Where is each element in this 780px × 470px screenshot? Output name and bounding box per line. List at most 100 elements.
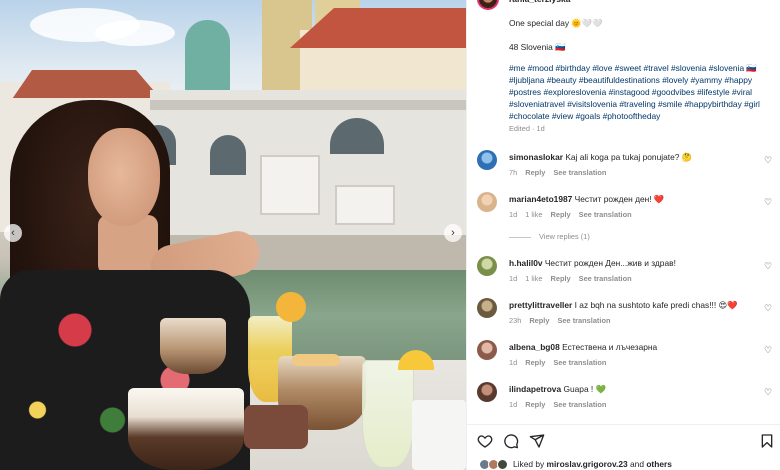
comment-likes[interactable]: 1 like: [525, 274, 542, 283]
comments-panel: rania_terziyska One special day 🌞🤍🤍 48 S…: [466, 0, 780, 470]
comment-likes[interactable]: 1 like: [525, 210, 542, 219]
comment-item: simonaslokar Kaj ali koga pa tukaj ponuj…: [467, 148, 780, 188]
see-translation-button[interactable]: See translation: [579, 274, 632, 283]
photo-window-block: [260, 155, 320, 215]
comment-icon[interactable]: [503, 433, 519, 449]
heart-icon[interactable]: ♡: [764, 304, 773, 313]
photo-biscuit: [292, 354, 340, 366]
reply-button[interactable]: Reply: [551, 210, 571, 219]
photo-arch: [210, 135, 246, 175]
photo-cloud: [95, 20, 175, 46]
photo-napkin: [412, 400, 466, 470]
see-translation-button[interactable]: See translation: [557, 316, 610, 325]
likes-text: Liked by miroslav.grigorov.23 and others: [513, 459, 672, 469]
comment-text: ilindapetrova Guapa ! 💚: [509, 383, 759, 395]
comment-time: 1d: [509, 400, 518, 409]
comment-time: 1d: [509, 274, 518, 283]
caption-line-1: One special day 🌞🤍🤍: [509, 18, 603, 28]
comment-time: 1d: [509, 210, 518, 219]
comment-meta: 7h Reply See translation: [509, 168, 614, 177]
heart-icon[interactable]: ♡: [764, 262, 773, 271]
comment-time: 1d: [509, 358, 518, 367]
commenter-avatar[interactable]: [477, 298, 497, 318]
comment-item: h.halil0v Честит рожден Ден...жив и здра…: [467, 254, 780, 294]
comment-meta: 1d 1 like Reply See translation: [509, 274, 640, 283]
author-avatar[interactable]: [477, 0, 499, 10]
comment-meta: 1d Reply See translation: [509, 358, 614, 367]
comment-item: prettylittraveller I az bqh na sushtoto …: [467, 296, 780, 336]
photo-dessert-cup: [160, 318, 226, 374]
reply-button[interactable]: Reply: [525, 168, 545, 177]
commenter-avatar[interactable]: [477, 150, 497, 170]
comment-text: simonaslokar Kaj ali koga pa tukaj ponuj…: [509, 151, 759, 163]
comment-item: marian4eto1987 Честит рожден ден! ❤️ 1d 1…: [467, 190, 780, 230]
save-icon[interactable]: [759, 433, 775, 449]
comment-item: albena_bg08 Естествена и лъчезарна 1d Rep…: [467, 338, 780, 378]
likes-user[interactable]: miroslav.grigorov.23: [547, 459, 628, 469]
view-replies-button[interactable]: View replies (1): [509, 232, 590, 241]
heart-icon[interactable]: ♡: [764, 388, 773, 397]
commenter-avatar[interactable]: [477, 192, 497, 212]
see-translation-button[interactable]: See translation: [553, 358, 606, 367]
likes-middle: and: [627, 459, 647, 469]
comment-meta: 23h Reply See translation: [509, 316, 618, 325]
see-translation-button[interactable]: See translation: [553, 400, 606, 409]
commenter-username[interactable]: simonaslokar: [509, 152, 563, 162]
see-translation-button[interactable]: See translation: [553, 168, 606, 177]
photo-colonnade-cornice: [150, 100, 466, 110]
post-photo[interactable]: ‹ ›: [0, 0, 466, 470]
author-username[interactable]: rania_terziyska: [509, 0, 570, 4]
comment-time: 7h: [509, 168, 518, 177]
comment-body: Guapa ! 💚: [563, 384, 607, 394]
heart-icon[interactable]: ♡: [764, 156, 773, 165]
caption-edited-time: Edited · 1d: [509, 124, 545, 133]
commenter-username[interactable]: albena_bg08: [509, 342, 560, 352]
comment-body: Честит рожден ден! ❤️: [574, 194, 665, 204]
photo-cake-slice: [244, 405, 308, 449]
photo-woman-face: [88, 128, 160, 226]
comment-text: albena_bg08 Естествена и лъчезарна: [509, 341, 759, 353]
comment-body: Естествена и лъчезарна: [562, 342, 658, 352]
comment-meta: 1d 1 like Reply See translation: [509, 210, 640, 219]
chevron-right-icon[interactable]: ›: [444, 224, 462, 242]
chevron-left-icon[interactable]: ‹: [4, 224, 22, 242]
commenter-username[interactable]: prettylittraveller: [509, 300, 572, 310]
commenter-username[interactable]: marian4eto1987: [509, 194, 572, 204]
comment-text: h.halil0v Честит рожден Ден...жив и здра…: [509, 257, 759, 269]
heart-icon[interactable]: ♡: [764, 198, 773, 207]
reply-button[interactable]: Reply: [525, 400, 545, 409]
commenter-username[interactable]: h.halil0v: [509, 258, 543, 268]
comment-text: prettylittraveller I az bqh na sushtoto …: [509, 299, 759, 311]
commenter-username[interactable]: ilindapetrova: [509, 384, 561, 394]
comment-body: Честит рожден Ден...жив и здрав!: [544, 258, 676, 268]
photo-dome: [185, 20, 230, 95]
reply-button[interactable]: Reply: [529, 316, 549, 325]
comment-item: ilindapetrova Guapa ! 💚 1d Reply See trans…: [467, 380, 780, 420]
photo-window-block: [335, 185, 395, 225]
likes-others[interactable]: others: [646, 459, 672, 469]
photo-pineapple: [276, 292, 306, 322]
comment-meta: 1d Reply See translation: [509, 400, 614, 409]
liker-avatar[interactable]: [497, 459, 508, 470]
heart-icon[interactable]: [477, 433, 493, 449]
comment-body: Kaj ali koga pa tukaj ponujate? 🤔: [565, 152, 693, 162]
commenter-avatar[interactable]: [477, 340, 497, 360]
photo-lemonade-glass: [362, 360, 414, 468]
commenter-avatar[interactable]: [477, 382, 497, 402]
comment-text: marian4eto1987 Честит рожден ден! ❤️: [509, 193, 759, 205]
post-caption: rania_terziyska One special day 🌞🤍🤍 48 S…: [467, 0, 780, 142]
reply-button[interactable]: Reply: [525, 358, 545, 367]
reply-button[interactable]: Reply: [551, 274, 571, 283]
photo-chocolate-glass: [128, 388, 244, 470]
likes-prefix: Liked by: [513, 459, 547, 469]
caption-hashtags[interactable]: #me #mood #birthday #love #sweet #travel…: [509, 62, 773, 122]
comment-time: 23h: [509, 316, 522, 325]
caption-line-2: 48 Slovenia 🇸🇮: [509, 42, 566, 52]
share-icon[interactable]: [529, 433, 545, 449]
comment-body: I az bqh na sushtoto kafe predi chas!!! …: [574, 300, 738, 310]
commenter-avatar[interactable]: [477, 256, 497, 276]
likes-summary: Liked by miroslav.grigorov.23 and others: [467, 458, 780, 470]
heart-icon[interactable]: ♡: [764, 346, 773, 355]
see-translation-button[interactable]: See translation: [579, 210, 632, 219]
post-action-bar: [467, 424, 780, 458]
